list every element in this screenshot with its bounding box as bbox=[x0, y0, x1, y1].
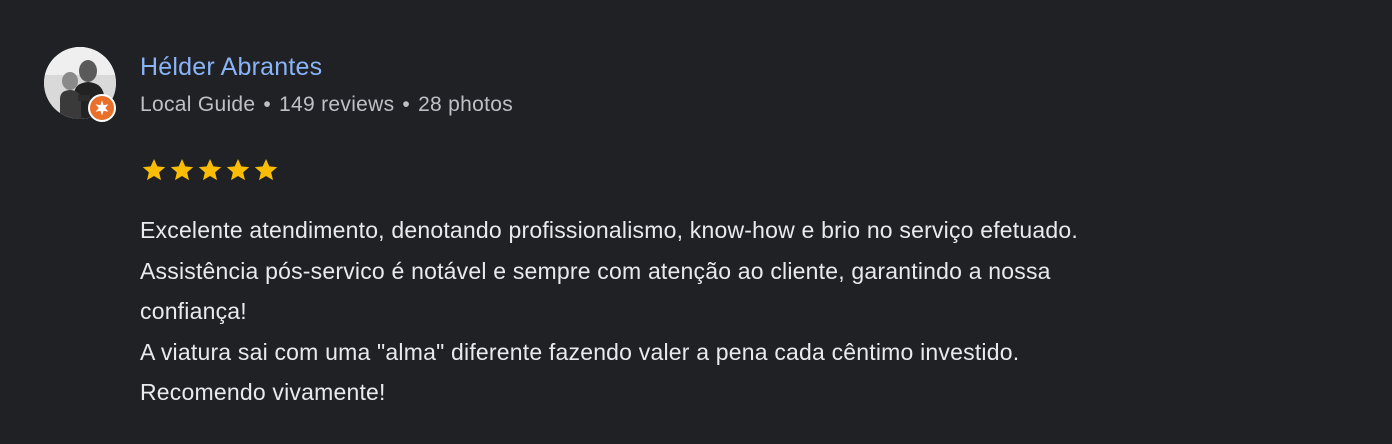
reviewer-avatar-container[interactable] bbox=[44, 47, 118, 122]
review-line: Assistência pós-servico é notável e semp… bbox=[140, 257, 1051, 284]
star-rating bbox=[140, 156, 280, 186]
reviewer-meta: Local Guide • 149 reviews • 28 photos bbox=[140, 93, 513, 117]
local-guide-badge-icon bbox=[88, 94, 116, 122]
review-line: Excelente atendimento, denotando profiss… bbox=[140, 217, 1078, 243]
meta-separator: • bbox=[402, 93, 411, 116]
review-count: 149 reviews bbox=[279, 93, 395, 116]
review-card: Hélder Abrantes Local Guide • 149 reviews •… bbox=[0, 0, 1392, 444]
review-line: A viatura sai com uma "alma" diferente f… bbox=[140, 338, 1020, 365]
local-guide-label: Local Guide bbox=[140, 93, 256, 116]
star-icon bbox=[254, 159, 278, 181]
star-icon bbox=[142, 159, 166, 181]
star-icon bbox=[170, 159, 194, 181]
reviewer-name[interactable]: Hélder Abrantes bbox=[140, 53, 322, 82]
photo-count: 28 photos bbox=[418, 93, 514, 116]
star-icon bbox=[226, 159, 250, 181]
meta-separator: • bbox=[263, 93, 272, 116]
review-line: Recomendo vivamente! bbox=[140, 379, 386, 405]
review-line: confiança! bbox=[140, 298, 247, 324]
review-text: Excelente atendimento, denotando profiss… bbox=[140, 210, 1340, 413]
star-icon bbox=[198, 159, 222, 181]
